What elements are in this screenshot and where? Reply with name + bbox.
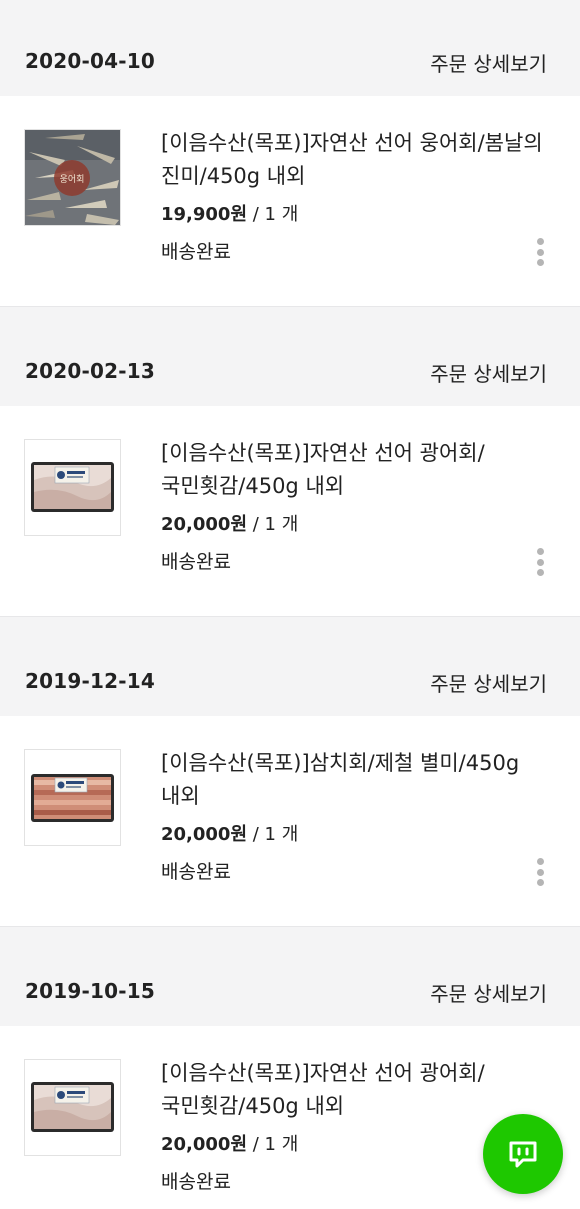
delivery-status: 배송완료 — [161, 241, 231, 263]
price-quantity: 20,000원 / 1 개 — [161, 820, 298, 846]
chat-bubble-icon — [509, 1141, 537, 1168]
quantity: / 1 개 — [247, 204, 299, 225]
price-quantity: 20,000원 / 1 개 — [161, 1130, 298, 1156]
product-name[interactable]: [이음수산(목포)]삼치회/제철 별미/450g 내외 — [161, 747, 561, 813]
order-detail-link[interactable]: 주문 상세보기 — [430, 48, 547, 77]
price-quantity: 19,900원 / 1 개 — [161, 200, 298, 226]
price: 20,000원 — [161, 824, 248, 845]
product-image: 웅어회 — [25, 130, 120, 225]
chat-button[interactable] — [483, 1114, 563, 1194]
order-date: 2020-04-10 — [25, 49, 155, 73]
product-name[interactable]: [이음수산(목포)]자연산 선어 웅어회/봄날의 진미/450g 내외 — [161, 127, 561, 193]
quantity: / 1 개 — [247, 514, 299, 535]
price: 20,000원 — [161, 1134, 248, 1155]
product-thumbnail[interactable] — [24, 439, 121, 536]
order-date: 2019-12-14 — [25, 669, 155, 693]
order-item-card[interactable]: 웅어회 [이음수산(목포)]자연산 선어 웅어회/봄날의 진미/450g 내외 … — [0, 96, 580, 307]
product-name[interactable]: [이음수산(목포)]자연산 선어 광어회/국민횟감/450g 내외 — [161, 1057, 561, 1123]
price: 19,900원 — [161, 204, 248, 225]
order-detail-link[interactable]: 주문 상세보기 — [430, 978, 547, 1007]
more-vertical-icon[interactable] — [532, 546, 548, 578]
thumb-caption: 웅어회 — [60, 174, 85, 185]
product-name[interactable]: [이음수산(목포)]자연산 선어 광어회/국민횟감/450g 내외 — [161, 437, 561, 503]
price: 20,000원 — [161, 514, 248, 535]
order-item-card[interactable]: [이음수산(목포)]삼치회/제철 별미/450g 내외 20,000원 / 1 … — [0, 716, 580, 927]
order-group: 2020-02-13 주문 상세보기 [이음수산(목포)]자연산 선어 광어회/… — [0, 310, 580, 620]
more-vertical-icon[interactable] — [532, 856, 548, 888]
order-header: 2020-02-13 주문 상세보기 — [0, 310, 580, 406]
order-detail-link[interactable]: 주문 상세보기 — [430, 358, 547, 387]
order-detail-link[interactable]: 주문 상세보기 — [430, 668, 547, 697]
delivery-status: 배송완료 — [161, 1171, 231, 1193]
product-image — [25, 1060, 120, 1155]
delivery-status: 배송완료 — [161, 861, 231, 883]
order-item-card[interactable]: [이음수산(목포)]자연산 선어 광어회/국민횟감/450g 내외 20,000… — [0, 406, 580, 617]
order-date: 2020-02-13 — [25, 359, 155, 383]
order-header: 2019-10-15 주문 상세보기 — [0, 930, 580, 1026]
product-image — [25, 440, 120, 535]
quantity: / 1 개 — [247, 824, 299, 845]
more-vertical-icon[interactable] — [532, 236, 548, 268]
delivery-status: 배송완료 — [161, 551, 231, 573]
order-date: 2019-10-15 — [25, 979, 155, 1003]
product-thumbnail[interactable] — [24, 749, 121, 846]
product-thumbnail[interactable]: 웅어회 — [24, 129, 121, 226]
order-header: 2019-12-14 주문 상세보기 — [0, 620, 580, 716]
product-thumbnail[interactable] — [24, 1059, 121, 1156]
product-image — [25, 750, 120, 845]
quantity: / 1 개 — [247, 1134, 299, 1155]
order-header: 2020-04-10 주문 상세보기 — [0, 0, 580, 96]
order-group: 2019-12-14 주문 상세보기 [이음수산(목포)]삼치회/제철 별미/4… — [0, 620, 580, 930]
order-group: 2020-04-10 주문 상세보기 웅어회 [이음수산(목포)]자연산 선어 … — [0, 0, 580, 310]
price-quantity: 20,000원 / 1 개 — [161, 510, 298, 536]
